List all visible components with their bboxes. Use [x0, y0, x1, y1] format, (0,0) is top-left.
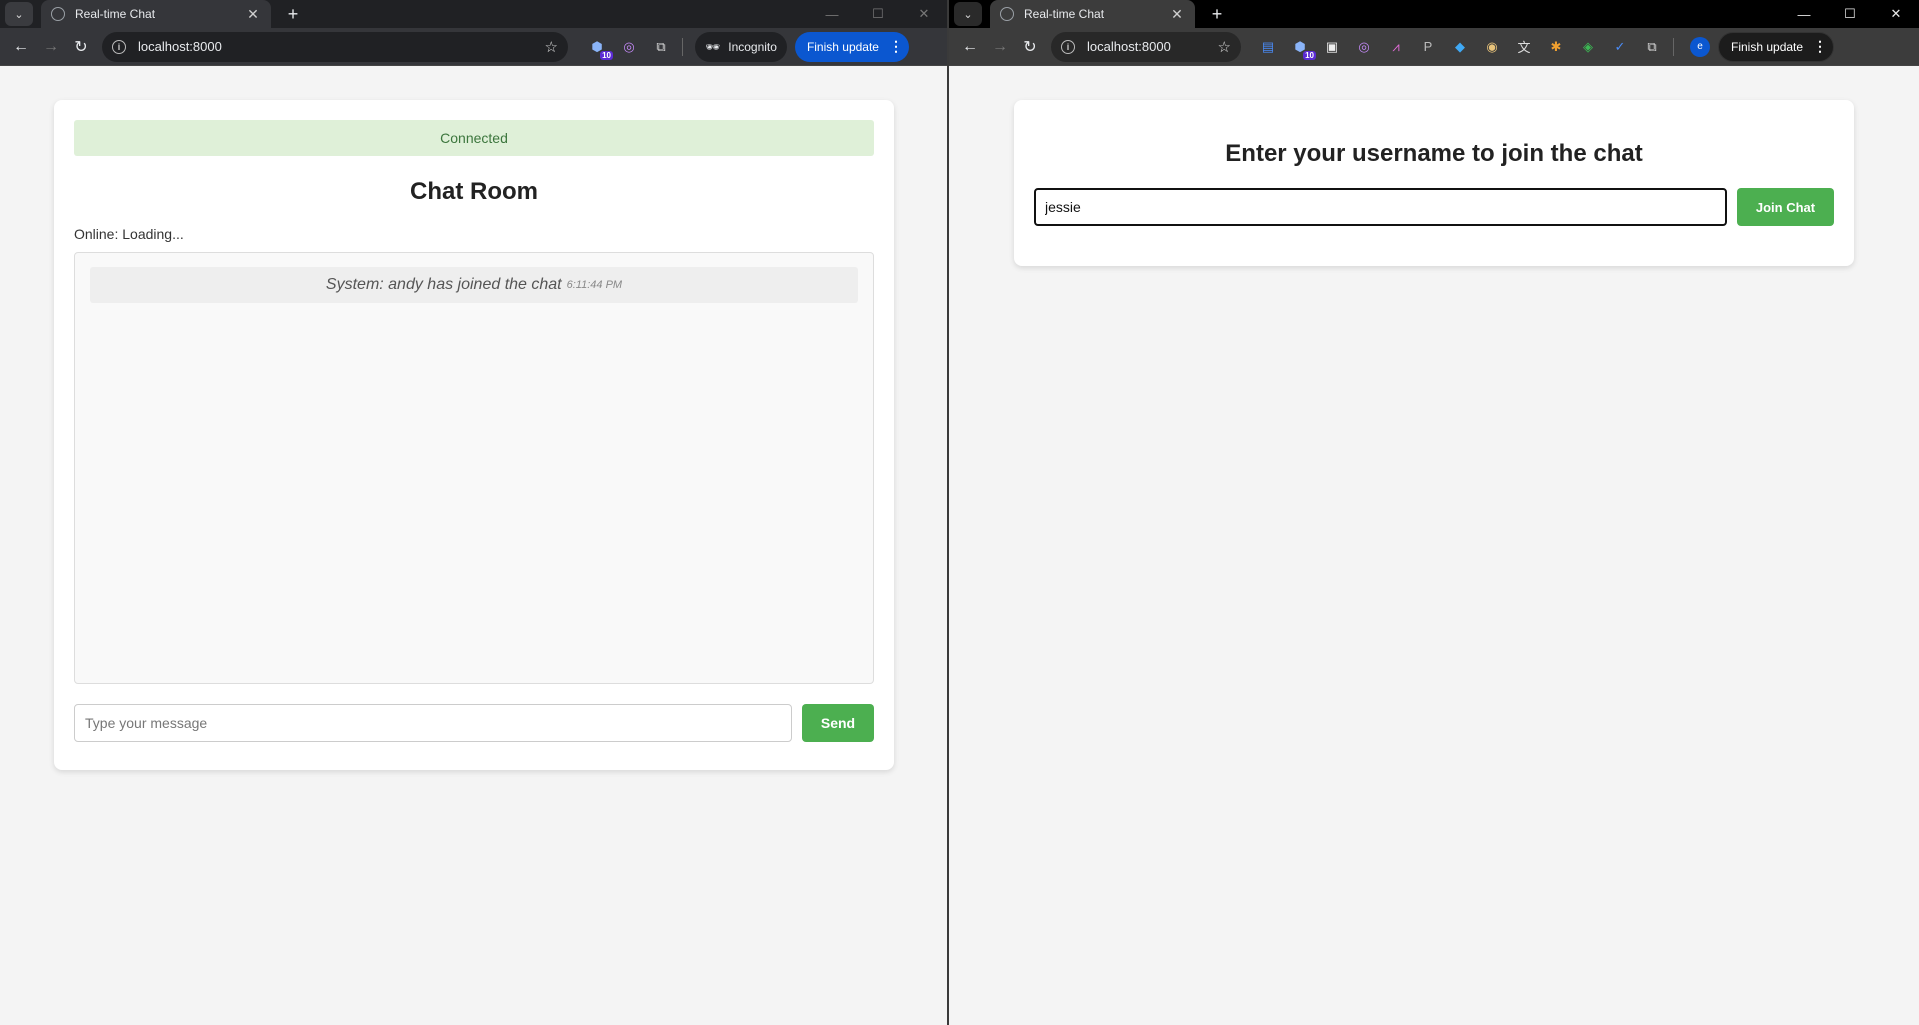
extension-badge: 10	[1303, 50, 1316, 60]
incognito-indicator[interactable]: 🕶 Incognito	[695, 31, 787, 62]
extension-docs-icon[interactable]: ▤	[1255, 34, 1281, 60]
finish-update-label: Finish update	[1731, 39, 1804, 54]
toolbar-separator	[1673, 37, 1674, 56]
back-arrow-icon[interactable]: ←	[955, 32, 985, 62]
maximize-icon[interactable]: ☐	[1827, 0, 1873, 28]
site-info-icon[interactable]: i	[1061, 39, 1075, 54]
bookmark-star-icon[interactable]: ☆	[545, 38, 558, 56]
close-window-icon[interactable]: ✕	[1873, 0, 1919, 28]
minimize-icon[interactable]: —	[809, 0, 855, 28]
message-timestamp: 6:11:44 PM	[566, 279, 623, 291]
reload-icon[interactable]: ↻	[1015, 32, 1045, 62]
menu-kebab-icon[interactable]: ⋮	[1813, 38, 1827, 55]
connection-status: Connected	[74, 120, 874, 156]
message-input-row: Send	[74, 704, 874, 742]
tab-title: Real-time Chat	[1024, 7, 1105, 21]
extension-gem-icon[interactable]: ◆	[1447, 34, 1473, 60]
screen: ⌄ Real-time Chat ✕ + — ☐ ✕ ← → ↻ i local…	[0, 0, 1919, 1025]
new-tab-button[interactable]: +	[283, 4, 303, 25]
finish-update-label: Finish update	[806, 39, 879, 54]
join-container: Enter your username to join the chat Joi…	[1014, 100, 1854, 266]
incognito-icon: 🕶	[705, 39, 721, 54]
extension-badge: 10	[600, 50, 613, 60]
extension-spiral-icon[interactable]: ◎	[1351, 34, 1377, 60]
close-tab-icon[interactable]: ✕	[1169, 6, 1185, 23]
chat-container: Connected Chat Room Online: Loading... S…	[54, 100, 894, 770]
maximize-icon[interactable]: ☐	[855, 0, 901, 28]
extension-bug-icon[interactable]: ✱	[1543, 34, 1569, 60]
tab-title: Real-time Chat	[75, 7, 156, 21]
tab-strip: ⌄ Real-time Chat ✕ + — ☐ ✕	[0, 0, 947, 28]
extension-spiral-icon[interactable]: ◎	[616, 34, 642, 60]
globe-icon	[51, 7, 65, 21]
message-input[interactable]	[74, 704, 792, 742]
close-window-icon[interactable]: ✕	[901, 0, 947, 28]
left-browser-window: ⌄ Real-time Chat ✕ + — ☐ ✕ ← → ↻ i local…	[0, 0, 947, 1025]
finish-update-button[interactable]: Finish update ⋮	[1718, 31, 1835, 62]
profile-avatar[interactable]: e	[1690, 36, 1710, 57]
extensions-puzzle-icon[interactable]: ⧉	[648, 34, 674, 60]
message-text: System: andy has joined the chat	[325, 276, 562, 293]
address-bar[interactable]: i localhost:8000 ☆	[102, 31, 568, 62]
extension-layers-icon[interactable]: ◈	[1575, 34, 1601, 60]
chevron-down-icon: ⌄	[963, 8, 973, 21]
bookmark-star-icon[interactable]: ☆	[1218, 38, 1231, 56]
tab-strip: ⌄ Real-time Chat ✕ + — ☐ ✕	[949, 0, 1919, 28]
online-users: Online: Loading...	[74, 226, 184, 242]
chevron-down-icon: ⌄	[14, 8, 24, 21]
message-list[interactable]: System: andy has joined the chat 6:11:44…	[74, 252, 874, 684]
reload-icon[interactable]: ↻	[66, 32, 96, 62]
browser-toolbar: ← → ↻ i localhost:8000 ☆ ▤ ⬢ 10 ▣ ◎ ⩘ P ◆…	[949, 28, 1919, 66]
menu-kebab-icon[interactable]: ⋮	[889, 38, 903, 55]
join-title: Enter your username to join the chat	[1225, 140, 1643, 167]
chat-room-title: Chat Room	[410, 178, 538, 205]
forward-arrow-icon[interactable]: →	[985, 32, 1015, 62]
window-controls: — ☐ ✕	[809, 0, 947, 28]
right-browser-window: ⌄ Real-time Chat ✕ + — ☐ ✕ ← → ↻ i local…	[949, 0, 1919, 1025]
url-text: localhost:8000	[138, 39, 222, 54]
forward-arrow-icon[interactable]: →	[36, 32, 66, 62]
extension-icon[interactable]: ⬢ 10	[1287, 34, 1316, 60]
new-tab-button[interactable]: +	[1207, 4, 1227, 25]
system-message: System: andy has joined the chat 6:11:44…	[90, 267, 858, 303]
finish-update-button[interactable]: Finish update ⋮	[794, 31, 909, 62]
extension-window-icon[interactable]: ▣	[1319, 34, 1345, 60]
tab-search-button[interactable]: ⌄	[954, 2, 982, 26]
extensions-puzzle-icon[interactable]: ⧉	[1639, 34, 1665, 60]
browser-toolbar: ← → ↻ i localhost:8000 ☆ ⬢ 10 ◎ ⧉ 🕶 Incog…	[0, 28, 947, 66]
browser-tab[interactable]: Real-time Chat ✕	[990, 0, 1195, 28]
address-bar[interactable]: i localhost:8000 ☆	[1051, 31, 1241, 62]
close-tab-icon[interactable]: ✕	[245, 6, 261, 23]
send-button[interactable]: Send	[802, 704, 874, 742]
url-text: localhost:8000	[1087, 39, 1171, 54]
extension-chart-icon[interactable]: ⩘	[1383, 34, 1409, 60]
toolbar-separator	[682, 37, 683, 56]
back-arrow-icon[interactable]: ←	[6, 32, 36, 62]
browser-tab[interactable]: Real-time Chat ✕	[41, 0, 271, 28]
minimize-icon[interactable]: —	[1781, 0, 1827, 28]
tab-search-button[interactable]: ⌄	[5, 2, 33, 26]
extension-translate-icon[interactable]: 文	[1511, 34, 1537, 60]
extension-check-icon[interactable]: ✓	[1607, 34, 1633, 60]
join-chat-button[interactable]: Join Chat	[1737, 188, 1834, 226]
username-input[interactable]	[1034, 188, 1727, 226]
site-info-icon[interactable]: i	[112, 39, 126, 54]
globe-icon	[1000, 7, 1014, 21]
extension-eyes-icon[interactable]: ◉	[1479, 34, 1505, 60]
extension-icon[interactable]: ⬢ 10	[584, 34, 613, 60]
incognito-label: Incognito	[728, 39, 777, 54]
join-row: Join Chat	[1034, 188, 1834, 226]
extension-p-icon[interactable]: P	[1415, 34, 1441, 60]
window-controls: — ☐ ✕	[1781, 0, 1919, 28]
